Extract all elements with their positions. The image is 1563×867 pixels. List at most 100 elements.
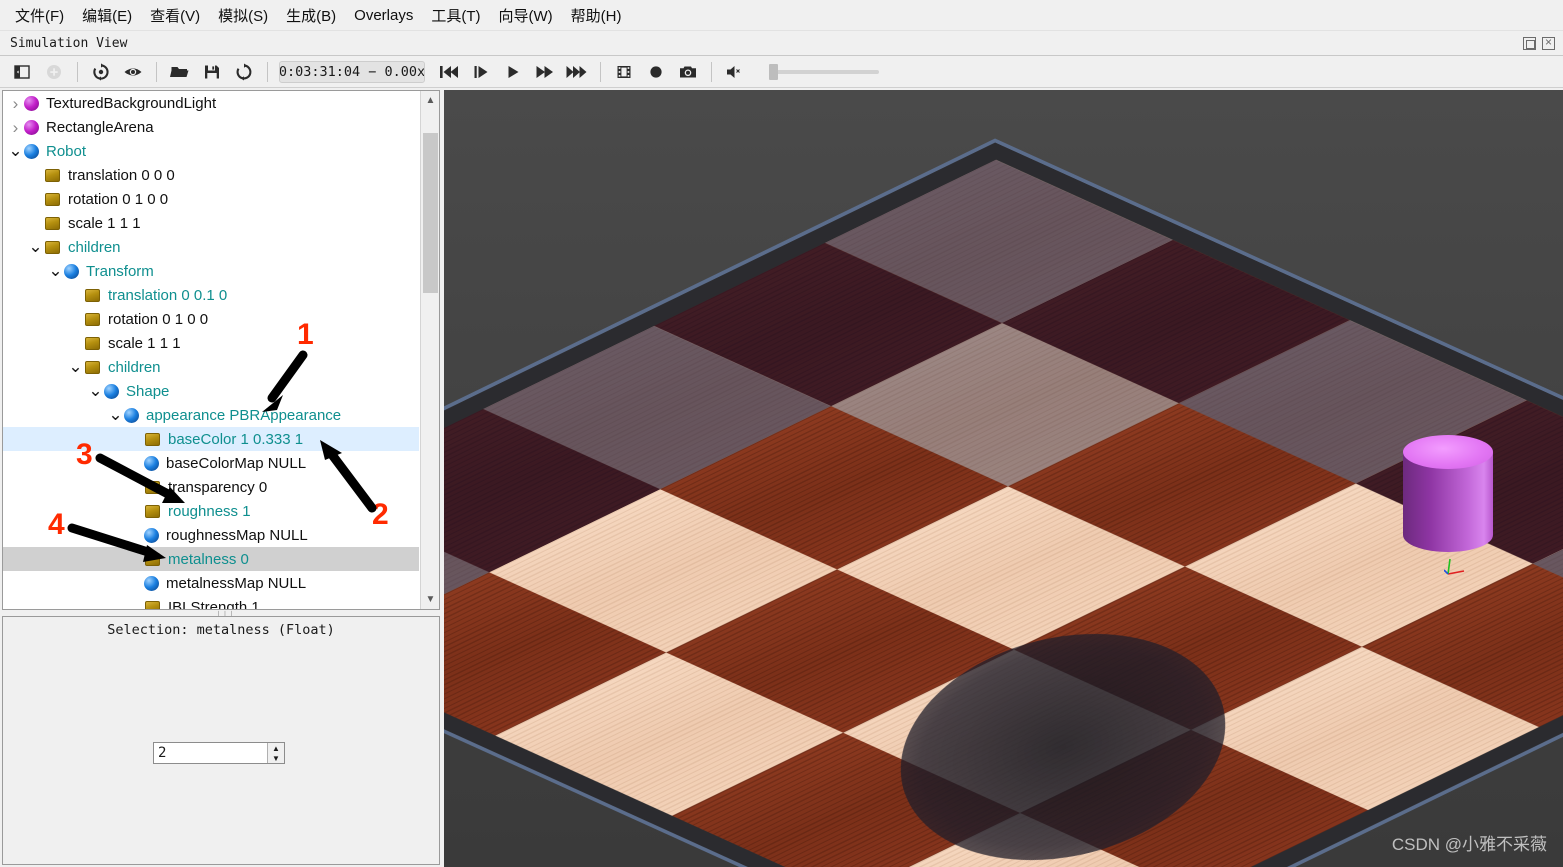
chevron-right-icon[interactable]: › <box>7 119 24 136</box>
chevron-right-icon[interactable]: › <box>7 95 24 112</box>
record-icon[interactable] <box>640 59 672 85</box>
tree-node-robot[interactable]: ⌄ Robot <box>3 139 419 163</box>
scene-tree-list[interactable]: › TexturedBackgroundLight › RectangleArena ⌄… <box>3 91 419 609</box>
tree-node-transform[interactable]: ⌄ Transform <box>3 259 419 283</box>
spinner-down-icon[interactable]: ▼ <box>268 753 284 763</box>
fast-forward-icon[interactable] <box>529 59 561 85</box>
film-icon[interactable] <box>608 59 640 85</box>
cube-gold-icon <box>145 552 160 566</box>
play-icon[interactable] <box>497 59 529 85</box>
tree-item-label: transparency 0 <box>168 478 268 496</box>
refresh-icon[interactable] <box>228 59 260 85</box>
camera-icon[interactable] <box>672 59 704 85</box>
scroll-up-icon[interactable]: ▲ <box>421 91 439 110</box>
tree-field-rotation-2[interactable]: rotation 0 1 0 0 <box>3 307 419 331</box>
tree-item-label: metalnessMap NULL <box>166 574 307 592</box>
tree-item-label: TexturedBackgroundLight <box>46 94 217 112</box>
volume-track[interactable] <box>769 63 879 80</box>
tree-field-children[interactable]: ⌄ children <box>3 235 419 259</box>
volume-slider[interactable] <box>769 63 889 80</box>
tree-field-metalness[interactable]: metalness 0 <box>3 547 419 571</box>
tree-field-metalnessmap[interactable]: metalnessMap NULL <box>3 571 419 595</box>
sphere-blue-icon <box>64 263 79 279</box>
tree-item-label: children <box>108 358 161 376</box>
cube-gold-icon <box>85 360 100 374</box>
chevron-down-icon[interactable]: ⌄ <box>7 142 24 159</box>
tree-node-texturedbackgroundlight[interactable]: › TexturedBackgroundLight <box>3 91 419 115</box>
tree-field-roughnessmap[interactable]: roughnessMap NULL <box>3 523 419 547</box>
menu-file[interactable]: 文件(F) <box>6 1 73 30</box>
time-display[interactable]: 0:03:31:04 − 0.00x <box>279 60 425 83</box>
eye-icon[interactable] <box>117 59 149 85</box>
simulation-viewport[interactable]: CSDN @小雅不采薇 <box>444 90 1563 867</box>
tree-field-rotation[interactable]: rotation 0 1 0 0 <box>3 187 419 211</box>
scroll-down-icon[interactable]: ▼ <box>421 590 439 609</box>
tree-item-label: rotation 0 1 0 0 <box>68 190 169 208</box>
menu-overlays[interactable]: Overlays <box>345 3 422 28</box>
menu-build[interactable]: 生成(B) <box>277 1 345 30</box>
tree-scrollbar[interactable]: ▲ ▼ <box>420 91 439 609</box>
tree-item-label: appearance PBRAppearance <box>146 406 342 424</box>
step-icon[interactable] <box>465 59 497 85</box>
tree-item-label: Robot <box>46 142 87 160</box>
floor-tile <box>444 572 666 736</box>
tree-item-label: roughnessMap NULL <box>166 526 308 544</box>
menu-simulation[interactable]: 模拟(S) <box>209 1 277 30</box>
close-icon[interactable] <box>1542 34 1555 51</box>
tree-field-children-2[interactable]: ⌄ children <box>3 355 419 379</box>
cube-gold-icon <box>145 600 160 609</box>
maximize-icon[interactable] <box>1523 36 1536 50</box>
tree-field-scale[interactable]: scale 1 1 1 <box>3 211 419 235</box>
tree-field-roughness[interactable]: roughness 1 <box>3 499 419 523</box>
sidebar-toggle-icon[interactable] <box>6 59 38 85</box>
menu-edit[interactable]: 编辑(E) <box>73 1 141 30</box>
chevron-down-icon[interactable]: ⌄ <box>47 262 64 279</box>
cube-gold-icon <box>45 240 60 254</box>
add-icon[interactable] <box>38 59 70 85</box>
menu-tools[interactable]: 工具(T) <box>422 1 489 30</box>
scroll-thumb[interactable] <box>423 133 438 293</box>
tree-item-label: baseColor 1 0.333 1 <box>168 430 304 448</box>
tree-node-rectanglearena[interactable]: › RectangleArena <box>3 115 419 139</box>
tree-field-scale-2[interactable]: scale 1 1 1 <box>3 331 419 355</box>
selection-label: Selection: metalness (Float) <box>107 622 335 638</box>
value-input[interactable] <box>154 743 267 763</box>
chevron-down-icon[interactable]: ⌄ <box>27 238 44 255</box>
purple-cylinder[interactable] <box>1403 435 1493 565</box>
tree-node-shape[interactable]: ⌄ Shape <box>3 379 419 403</box>
tree-field-translation[interactable]: translation 0 0 0 <box>3 163 419 187</box>
menu-help[interactable]: 帮助(H) <box>562 1 631 30</box>
tree-field-translation-2[interactable]: translation 0 0.1 0 <box>3 283 419 307</box>
spinner-up-icon[interactable]: ▲ <box>268 743 284 753</box>
menu-wizards[interactable]: 向导(W) <box>490 1 562 30</box>
tree-field-basecolormap[interactable]: baseColorMap NULL <box>3 451 419 475</box>
menu-view[interactable]: 查看(V) <box>141 1 209 30</box>
toolbar-separator-3 <box>267 61 268 82</box>
tree-item-label: children <box>68 238 121 256</box>
open-folder-icon[interactable] <box>164 59 196 85</box>
chevron-down-icon[interactable]: ⌄ <box>87 382 104 399</box>
tree-field-iblstrength[interactable]: IBLStrength 1 <box>3 595 419 609</box>
tree-field-appearance[interactable]: ⌄ appearance PBRAppearance <box>3 403 419 427</box>
chevron-down-icon[interactable]: ⌄ <box>107 406 124 423</box>
value-spinner[interactable]: ▲ ▼ <box>153 742 285 764</box>
mute-icon[interactable] <box>719 59 751 85</box>
tree-item-label: scale 1 1 1 <box>108 334 181 352</box>
toolbar-separator-2 <box>156 61 157 82</box>
view-title: Simulation View <box>10 35 128 51</box>
tree-item-label: translation 0 0 0 <box>68 166 175 184</box>
save-icon[interactable] <box>196 59 228 85</box>
tree-field-transparency[interactable]: transparency 0 <box>3 475 419 499</box>
tree-item-label: scale 1 1 1 <box>68 214 141 232</box>
tree-item-label: RectangleArena <box>46 118 154 136</box>
tree-item-label: baseColorMap NULL <box>166 454 307 472</box>
tree-field-basecolor[interactable]: baseColor 1 0.333 1 <box>3 427 419 451</box>
cube-gold-icon <box>85 336 100 350</box>
rewind-icon[interactable] <box>433 59 465 85</box>
cube-gold-icon <box>45 216 60 230</box>
reload-icon[interactable] <box>85 59 117 85</box>
fastest-forward-icon[interactable] <box>561 59 593 85</box>
volume-knob[interactable] <box>769 63 778 80</box>
chevron-down-icon[interactable]: ⌄ <box>67 358 84 375</box>
tree-item-label: translation 0 0.1 0 <box>108 286 228 304</box>
